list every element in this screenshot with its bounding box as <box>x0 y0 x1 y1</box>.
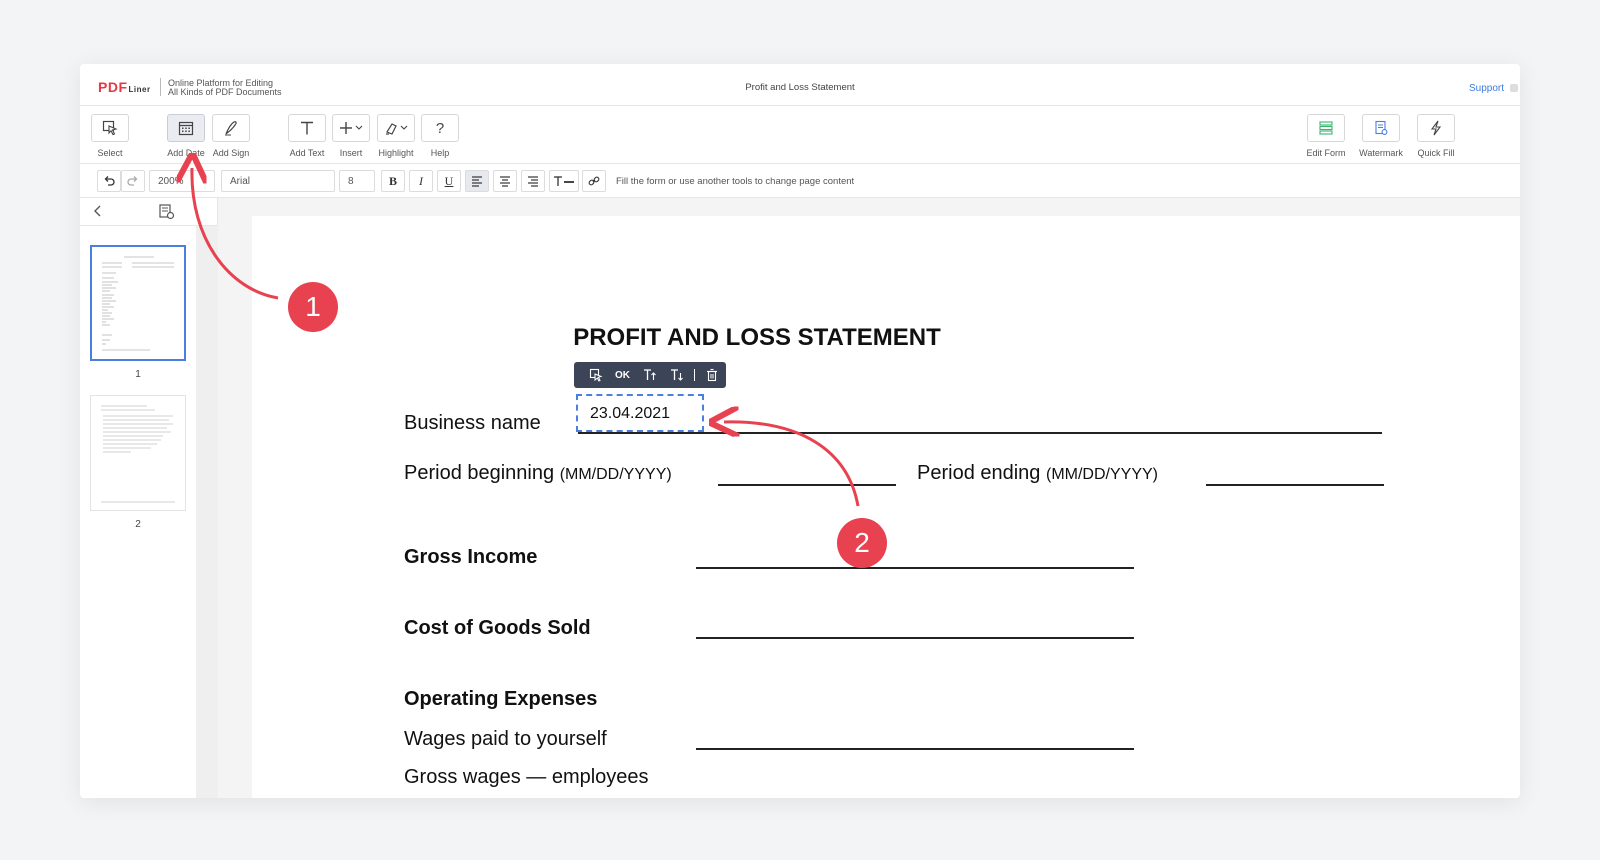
arrow-to-date-field <box>724 422 860 507</box>
callout-2: 2 <box>837 518 887 568</box>
arrow-to-add-date <box>192 168 279 300</box>
annotation-arrows <box>0 0 860 507</box>
callout-1: 1 <box>288 282 338 332</box>
